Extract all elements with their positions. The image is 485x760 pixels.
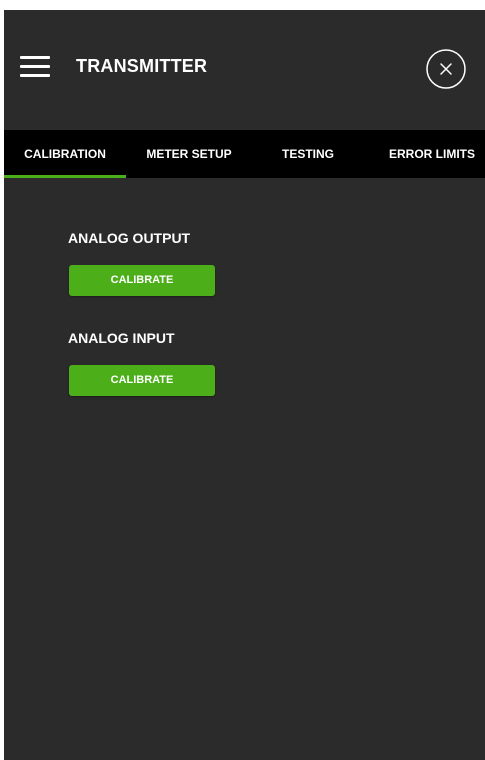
hamburger-menu-icon[interactable] [20, 54, 50, 80]
app-header: TRANSMITTER [4, 10, 485, 130]
transmitter-screen: TRANSMITTER CALIBRATION METER SETUP TEST… [4, 10, 485, 760]
analog-input-label: ANALOG INPUT [68, 330, 175, 346]
menu-line [20, 65, 50, 68]
calibrate-analog-input-button[interactable]: CALIBRATE [69, 365, 215, 396]
tab-error-limits[interactable]: ERROR LIMITS [384, 130, 480, 178]
menu-line [20, 56, 50, 59]
tab-meter-setup[interactable]: METER SETUP [143, 130, 235, 178]
page-title: TRANSMITTER [76, 56, 208, 76]
tab-calibration[interactable]: CALIBRATION [4, 130, 126, 178]
tab-testing[interactable]: TESTING [276, 130, 340, 178]
close-icon[interactable] [425, 48, 467, 90]
tab-bar: CALIBRATION METER SETUP TESTING ERROR LI… [4, 130, 485, 178]
menu-line [20, 74, 50, 77]
analog-output-label: ANALOG OUTPUT [68, 230, 191, 246]
calibrate-analog-output-button[interactable]: CALIBRATE [69, 265, 215, 296]
